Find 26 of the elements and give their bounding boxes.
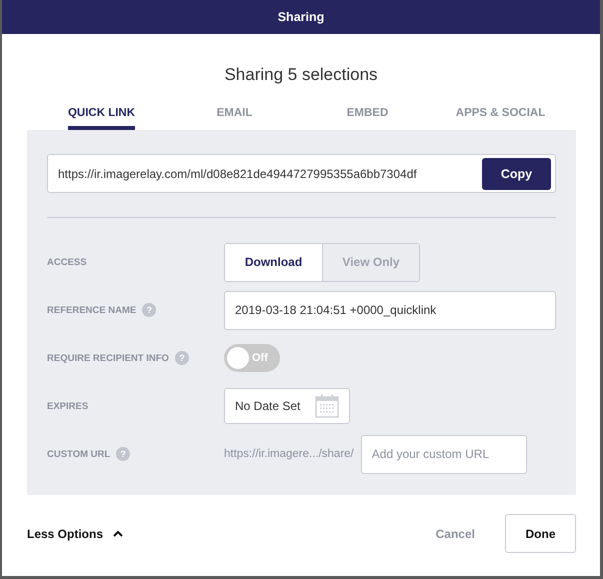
link-field[interactable]: https://ir.imagerelay.com/ml/d08e821de4944727995355a6bb7304df Copy: [47, 154, 556, 193]
segment-button[interactable]: View Only: [322, 244, 419, 280]
copy-button[interactable]: Copy: [482, 158, 551, 190]
reference-name-field[interactable]: 2019-03-18 21:04:51 +0000_quicklink: [224, 290, 556, 330]
help-icon[interactable]: ?: [174, 351, 189, 365]
option-label: ACCESS: [47, 256, 87, 268]
cancel-button[interactable]: Cancel: [430, 526, 481, 542]
tab[interactable]: APPS & SOCIAL: [456, 107, 546, 130]
option-label: CUSTOM URL: [47, 448, 110, 460]
tab[interactable]: EMAIL: [216, 107, 252, 130]
dialog-heading: Sharing 5 selections: [223, 65, 379, 85]
url-prefix: https://ir.imagere.../share/: [224, 448, 354, 460]
option-label: REQUIRE RECIPIENT INFO: [47, 352, 169, 364]
less-options-button[interactable]: Less Options: [27, 526, 124, 540]
done-button[interactable]: Done: [505, 514, 576, 553]
help-icon[interactable]: ?: [116, 447, 130, 461]
segment-button[interactable]: Download: [225, 244, 322, 280]
date-field[interactable]: No Date Set: [224, 388, 350, 424]
date-text: No Date Set: [235, 399, 300, 413]
option-label: EXPIRES: [47, 400, 88, 412]
help-icon[interactable]: ?: [142, 303, 156, 317]
custom-url-field[interactable]: Add your custom URL: [360, 434, 527, 474]
option-label: REFERENCE NAME: [47, 304, 136, 316]
tab[interactable]: EMBED: [346, 107, 388, 130]
window-title: Sharing: [278, 10, 324, 24]
caret-icon[interactable]: [113, 530, 124, 537]
